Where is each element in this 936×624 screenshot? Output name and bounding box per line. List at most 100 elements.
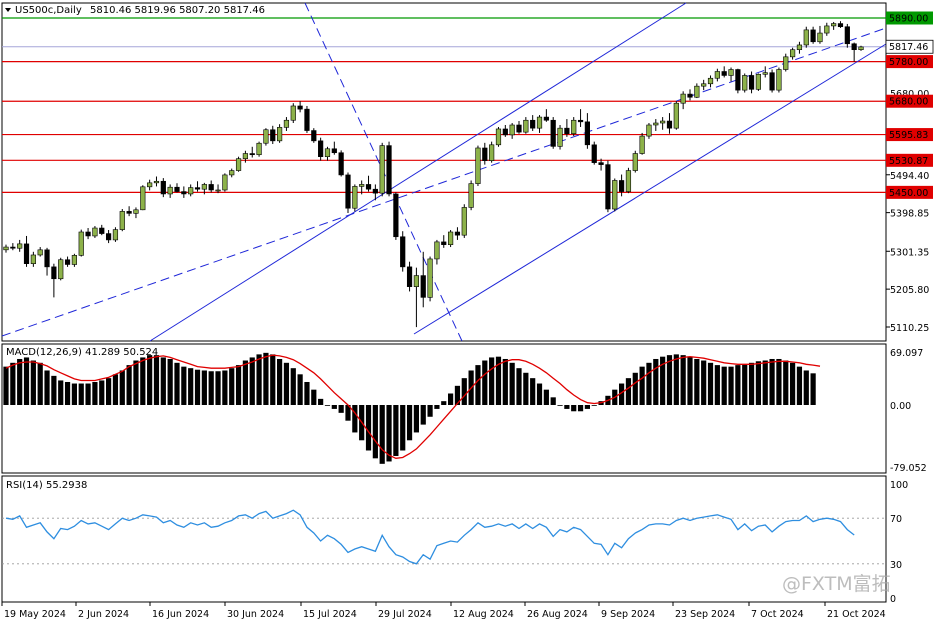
candle-body: [694, 85, 700, 98]
candle-body: [379, 145, 385, 194]
macd-bar: [153, 355, 160, 405]
trading-chart[interactable]: 5494.40 5398.85 5301.35 5205.80 5110.25 5680.…: [0, 0, 936, 624]
current-price-label: 5817.46: [889, 42, 928, 53]
macd-bar: [140, 357, 146, 405]
candle-body: [612, 180, 618, 210]
macd-bar: [735, 365, 741, 405]
macd-bar: [803, 370, 809, 405]
candle-body: [769, 72, 775, 91]
price-axis: 5494.40 5398.85 5301.35 5205.80 5110.25 5680.…: [885, 11, 934, 334]
macd-bar: [222, 370, 228, 405]
candle-body: [564, 127, 570, 135]
macd-bar: [502, 358, 508, 405]
macd-bar: [126, 365, 132, 405]
candle-body: [762, 72, 768, 75]
candle-body: [297, 105, 303, 110]
candle-body: [201, 184, 207, 190]
rsi-tick-label: 100: [890, 480, 908, 491]
candle-body: [543, 116, 549, 121]
macd-bar: [147, 355, 153, 405]
candle-body: [229, 170, 235, 176]
candle-body: [194, 187, 201, 190]
candle-body: [140, 186, 146, 211]
macd-bar: [106, 378, 112, 405]
candle-body: [420, 275, 426, 298]
macd-bar: [530, 378, 536, 405]
macd-bar: [448, 393, 454, 405]
candle-body: [783, 56, 789, 70]
candle-body: [721, 71, 727, 76]
candle-body: [276, 127, 283, 142]
macd-bar: [311, 389, 317, 405]
macd-bar: [188, 368, 194, 405]
macd-bar: [550, 397, 556, 405]
horizontal-levels: [2, 17, 886, 193]
macd-bar: [174, 362, 180, 405]
macd-bar: [673, 354, 679, 405]
macd-bar: [58, 380, 64, 405]
candle-body: [99, 227, 105, 234]
candle-body: [78, 231, 84, 256]
date-tick-label: 15 Jul 2024: [303, 609, 357, 620]
price-tick-label: 5494.40: [890, 171, 929, 182]
candle-body: [571, 119, 577, 135]
candle-body: [112, 229, 119, 241]
candle-body: [755, 73, 761, 90]
macd-bar: [790, 362, 796, 405]
candle-body: [304, 108, 310, 131]
macd-bar: [71, 383, 77, 405]
macd-bar: [167, 358, 173, 405]
macd-bar: [92, 381, 98, 405]
macd-bar: [762, 360, 768, 405]
candle-body: [714, 71, 720, 79]
macd-bar: [434, 405, 440, 409]
macd-bar: [208, 371, 214, 405]
rsi-indicator: [2, 509, 886, 565]
candle-body: [23, 243, 30, 264]
candle-body: [605, 164, 611, 210]
fxtm-watermark: @FXTM富拓: [782, 573, 891, 595]
macd-bar: [51, 375, 57, 405]
macd-bar: [393, 405, 399, 456]
macd-bar: [3, 366, 9, 405]
macd-bar: [536, 383, 543, 405]
candle-body: [796, 44, 803, 51]
macd-bar: [249, 357, 255, 405]
macd-tick-label: -79.052: [890, 463, 927, 474]
candle-body: [270, 129, 276, 142]
macd-bar: [591, 405, 597, 406]
macd-bar: [810, 373, 816, 405]
candle-body: [625, 170, 632, 192]
candle-body: [475, 147, 481, 184]
macd-bar: [557, 405, 563, 406]
candle-body: [64, 259, 71, 265]
candle-body: [851, 43, 857, 51]
candle-body: [345, 174, 351, 209]
macd-bar: [30, 360, 36, 405]
candle-body: [523, 119, 529, 133]
price-tick-label: 5110.25: [890, 323, 929, 334]
candle-body: [509, 124, 515, 136]
candle-body: [495, 128, 502, 146]
candle-body: [803, 29, 809, 46]
trend-lines[interactable]: [1, 2, 887, 342]
candle-body: [406, 266, 413, 287]
candle-body: [386, 145, 392, 195]
macd-bar: [461, 378, 467, 405]
date-tick-label: 2 Jun 2024: [78, 609, 129, 620]
candle-body: [489, 144, 495, 161]
candle-body: [365, 184, 372, 190]
candle-body: [660, 120, 666, 124]
level-price-label: 5780.00: [889, 57, 928, 68]
candle-body: [516, 124, 522, 133]
macd-bar: [694, 358, 700, 405]
dropdown-arrow-icon[interactable]: [5, 8, 11, 12]
candle-body: [687, 93, 693, 98]
candle-body: [324, 148, 331, 157]
macd-bar: [331, 405, 337, 409]
macd-bar: [516, 368, 522, 405]
macd-bar: [489, 357, 495, 405]
candle-body: [17, 243, 23, 249]
macd-bar: [748, 362, 755, 405]
macd-bar: [37, 362, 43, 405]
